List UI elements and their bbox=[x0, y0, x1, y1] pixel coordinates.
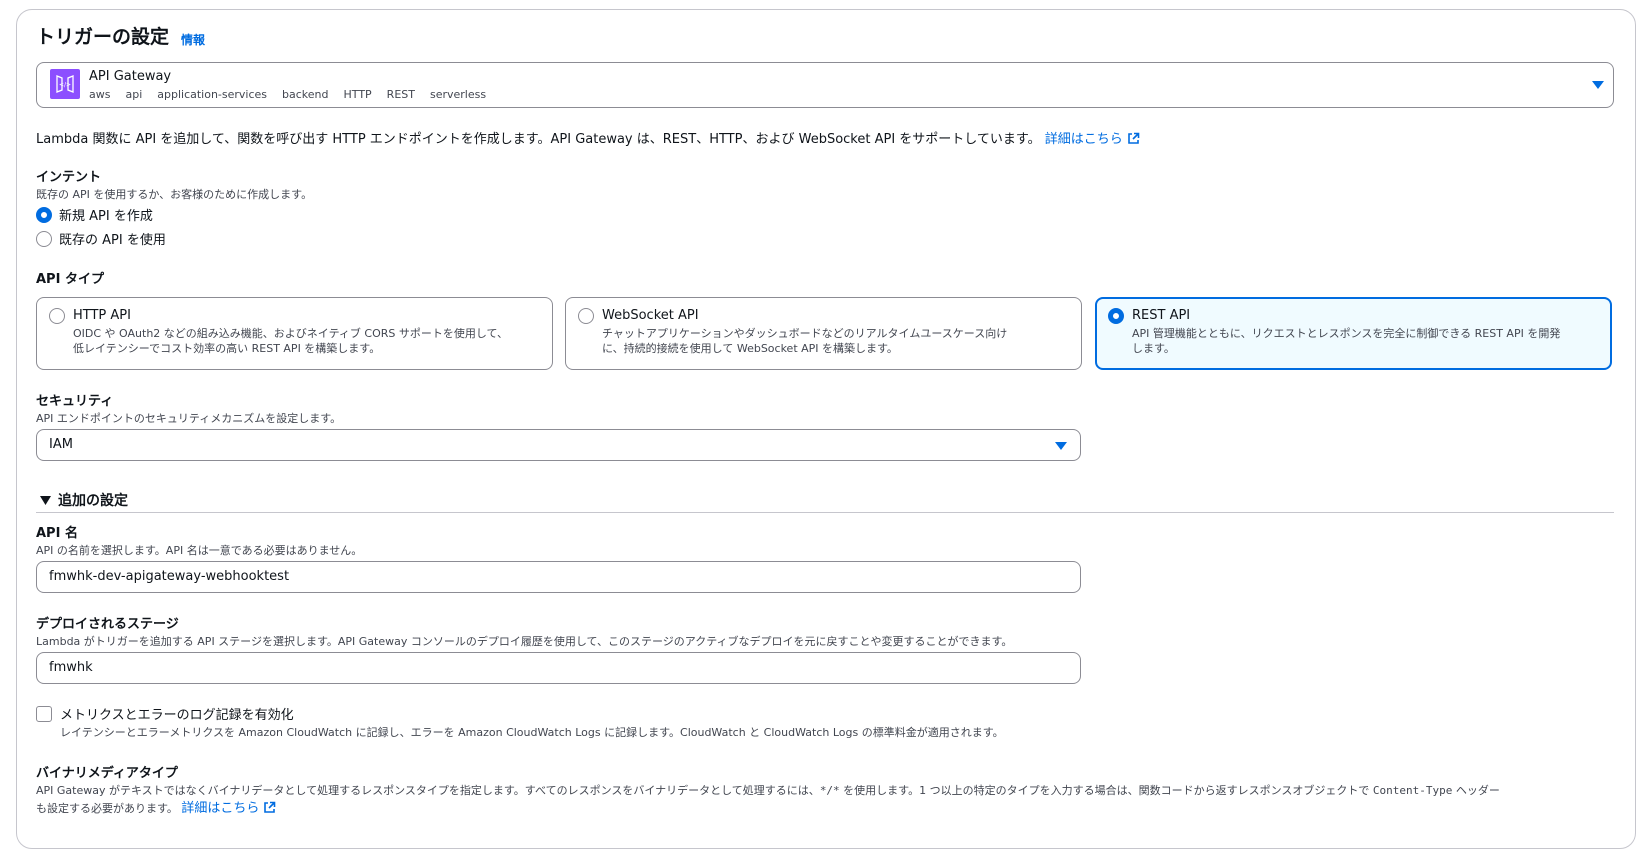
api-name-value: fmwhk-dev-apigateway-webhooktest bbox=[49, 569, 290, 584]
binary-media-label: バイナリメディアタイプ bbox=[36, 766, 178, 781]
divider bbox=[36, 512, 1614, 513]
intent-new-api-radio[interactable] bbox=[36, 207, 52, 223]
learn-more-label: 詳細はこちら bbox=[181, 801, 260, 816]
text-part: API Gateway がテキストではなくバイナリデータとして処理するレスポンス… bbox=[36, 784, 820, 797]
card-description-line: に、持続的接続を使用して WebSocket API を構築します。 bbox=[602, 342, 898, 355]
service-name: API Gateway bbox=[89, 69, 172, 84]
intent-existing-api-label[interactable]: 既存の API を使用 bbox=[59, 229, 166, 248]
api-type-card-websocket[interactable]: WebSocket API チャットアプリケーションやダッシュボードなどのリアル… bbox=[565, 297, 1082, 370]
learn-more-link[interactable]: 詳細はこちら bbox=[181, 801, 276, 816]
card-description-line: OIDC や OAuth2 などの組み込み機能、およびネイティブ CORS サポ… bbox=[73, 327, 508, 340]
svg-text:</>: </> bbox=[59, 82, 71, 89]
card-title: WebSocket API bbox=[602, 308, 699, 323]
api-name-input[interactable]: fmwhk-dev-apigateway-webhooktest bbox=[36, 561, 1081, 593]
security-description: API エンドポイントのセキュリティメカニズムを設定します。 bbox=[36, 412, 342, 425]
header-name-code: Content-Type bbox=[1372, 784, 1453, 797]
tag: REST bbox=[386, 88, 415, 101]
wildcard-code: */* bbox=[819, 784, 840, 797]
api-gateway-service-icon: </> bbox=[50, 69, 80, 99]
tag: serverless bbox=[429, 88, 487, 101]
security-value: IAM bbox=[49, 437, 73, 452]
api-type-card-http[interactable]: HTTP API OIDC や OAuth2 などの組み込み機能、およびネイティ… bbox=[36, 297, 553, 370]
stage-label: デプロイされるステージ bbox=[36, 617, 179, 632]
trigger-source-select[interactable]: </> API Gateway aws api application-serv… bbox=[36, 62, 1614, 108]
api-type-label: API タイプ bbox=[36, 272, 104, 287]
caret-down-icon bbox=[40, 495, 51, 505]
text-part: も設定する必要があります。 bbox=[36, 802, 178, 815]
binary-media-line: も設定する必要があります。 詳細はこちら bbox=[36, 800, 1616, 818]
security-select[interactable]: IAM bbox=[36, 429, 1081, 461]
card-description-line: チャットアプリケーションやダッシュボードなどのリアルタイムユースケース向け bbox=[602, 327, 1008, 340]
intent-label: インテント bbox=[36, 170, 102, 185]
stage-description: Lambda がトリガーを追加する API ステージを選択します。API Gat… bbox=[36, 635, 1013, 648]
info-link[interactable]: 情報 bbox=[181, 31, 205, 48]
text-part: を使用します。1 つ以上の特定のタイプを入力する場合は、関数コードから返すレスポ… bbox=[839, 784, 1373, 797]
card-description: チャットアプリケーションやダッシュボードなどのリアルタイムユースケース向け に、… bbox=[602, 326, 1062, 356]
api-name-description: API の名前を選択します。API 名は一意である必要はありません。 bbox=[36, 544, 363, 557]
tag: backend bbox=[282, 88, 329, 101]
learn-more-label: 詳細はこちら bbox=[1044, 132, 1123, 147]
additional-settings-label: 追加の設定 bbox=[58, 493, 128, 509]
external-link-icon bbox=[264, 801, 276, 813]
intent-description: 既存の API を使用するか、お客様のために作成します。 bbox=[36, 188, 313, 201]
text-part: ヘッダー bbox=[1452, 784, 1500, 797]
stage-value: fmwhk bbox=[49, 660, 93, 675]
api-type-rest-radio[interactable] bbox=[1108, 308, 1124, 324]
stage-input[interactable]: fmwhk bbox=[36, 652, 1081, 684]
metrics-logging-description: レイテンシーとエラーメトリクスを Amazon CloudWatch に記録し、… bbox=[60, 726, 1004, 739]
intro-description: Lambda 関数に API を追加して、関数を呼び出す HTTP エンドポイン… bbox=[36, 128, 1140, 147]
intent-existing-api-radio[interactable] bbox=[36, 231, 52, 247]
api-name-label: API 名 bbox=[36, 526, 78, 541]
card-description: API 管理機能とともに、リクエストとレスポンスを完全に制御できる REST A… bbox=[1132, 326, 1592, 356]
intent-new-api-label[interactable]: 新規 API を作成 bbox=[59, 205, 153, 224]
tag: aws bbox=[89, 88, 111, 101]
page-title: トリガーの設定 bbox=[36, 26, 170, 48]
card-description: OIDC や OAuth2 などの組み込み機能、およびネイティブ CORS サポ… bbox=[73, 326, 533, 356]
tag: HTTP bbox=[343, 88, 372, 101]
binary-media-description: API Gateway がテキストではなくバイナリデータとして処理するレスポンス… bbox=[36, 782, 1616, 818]
intro-text: Lambda 関数に API を追加して、関数を呼び出す HTTP エンドポイン… bbox=[36, 132, 1041, 147]
caret-down-icon bbox=[1055, 442, 1067, 450]
additional-settings-toggle[interactable]: 追加の設定 bbox=[40, 490, 128, 510]
api-type-websocket-radio[interactable] bbox=[578, 308, 594, 324]
card-title: REST API bbox=[1132, 308, 1191, 323]
api-type-card-rest[interactable]: REST API API 管理機能とともに、リクエストとレスポンスを完全に制御で… bbox=[1095, 297, 1612, 370]
card-description-line: します。 bbox=[1132, 342, 1175, 355]
binary-media-line: API Gateway がテキストではなくバイナリデータとして処理するレスポンス… bbox=[36, 782, 1616, 800]
card-description-line: 低レイテンシーでコスト効率の高い REST API を構築します。 bbox=[73, 342, 381, 355]
service-tags: aws api application-services backend HTT… bbox=[89, 88, 486, 101]
metrics-logging-checkbox[interactable] bbox=[36, 706, 52, 722]
metrics-logging-label[interactable]: メトリクスとエラーのログ記録を有効化 bbox=[60, 704, 294, 723]
caret-down-icon bbox=[1592, 81, 1604, 89]
learn-more-link[interactable]: 詳細はこちら bbox=[1045, 132, 1140, 147]
tag: api bbox=[125, 88, 143, 101]
card-description-line: API 管理機能とともに、リクエストとレスポンスを完全に制御できる REST A… bbox=[1132, 327, 1561, 340]
external-link-icon bbox=[1127, 132, 1140, 144]
tag: application-services bbox=[157, 88, 268, 101]
card-title: HTTP API bbox=[73, 308, 131, 323]
security-label: セキュリティ bbox=[36, 394, 114, 409]
api-type-http-radio[interactable] bbox=[49, 308, 65, 324]
